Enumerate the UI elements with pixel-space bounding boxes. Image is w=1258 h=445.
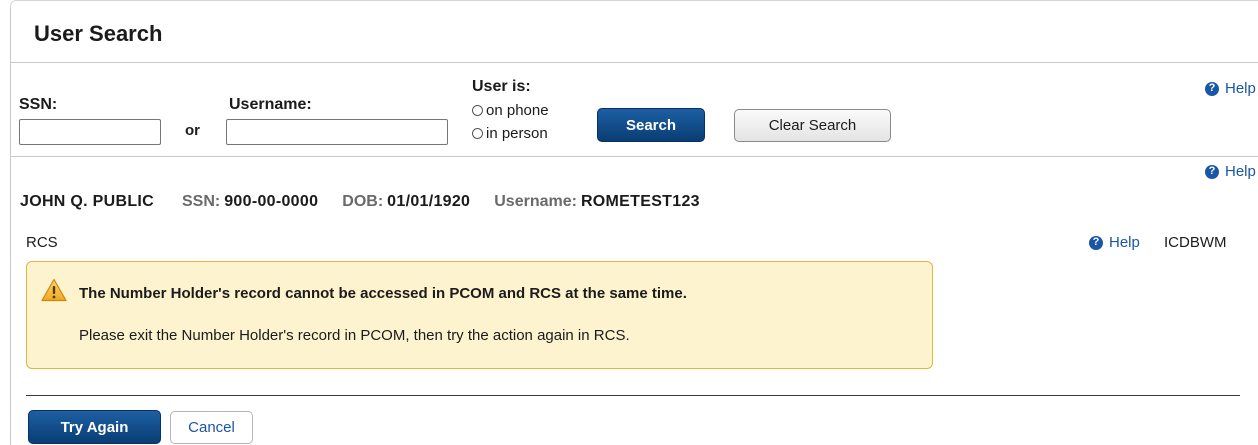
ssn-key: SSN: — [182, 193, 221, 210]
help-label: Help — [1225, 80, 1256, 97]
radio-in-person[interactable]: in person — [472, 125, 548, 142]
warning-icon — [41, 278, 67, 302]
help-label: Help — [1225, 163, 1256, 180]
person-name: JOHN Q. PUBLIC — [20, 193, 154, 210]
help-link[interactable]: ? Help — [1205, 80, 1256, 97]
divider — [26, 395, 1240, 396]
or-label: or — [185, 122, 200, 139]
ssn-input[interactable] — [19, 119, 161, 145]
radio-circle[interactable] — [472, 105, 483, 116]
radio-on-phone[interactable]: on phone — [472, 102, 549, 119]
warning-alert: The Number Holder's record cannot be acc… — [26, 261, 933, 369]
dob-value: 01/01/1920 — [387, 193, 471, 210]
username-input[interactable] — [226, 119, 448, 145]
username-label: Username: — [229, 96, 312, 113]
help-icon: ? — [1205, 81, 1219, 96]
help-link[interactable]: ? Help — [1205, 163, 1256, 180]
try-again-button[interactable]: Try Again — [28, 410, 161, 444]
username-value: ROMETEST123 — [580, 193, 700, 210]
dob-key: DOB: — [342, 193, 384, 210]
ssn-value: 900-00-0000 — [224, 193, 319, 210]
radio-circle[interactable] — [472, 128, 483, 139]
help-label: Help — [1109, 234, 1140, 251]
help-link[interactable]: ? Help — [1089, 234, 1140, 251]
cancel-button[interactable]: Cancel — [170, 411, 253, 444]
system-code: ICDBWM — [1164, 234, 1227, 251]
radio-on-phone-label: on phone — [486, 102, 549, 119]
search-button[interactable]: Search — [597, 108, 705, 142]
help-icon: ? — [1089, 235, 1103, 250]
panel-border — [10, 0, 1258, 9]
divider — [10, 62, 1258, 63]
help-icon: ? — [1205, 164, 1219, 179]
clear-search-button[interactable]: Clear Search — [734, 109, 891, 142]
ssn-label: SSN: — [19, 96, 58, 113]
divider — [10, 156, 1258, 157]
panel-left-border — [10, 8, 11, 445]
alert-title: The Number Holder's record cannot be acc… — [79, 285, 687, 302]
radio-in-person-label: in person — [486, 125, 548, 142]
user-search-page: User Search SSN: or Username: User is: o… — [0, 0, 1258, 445]
page-title: User Search — [34, 21, 163, 46]
username-key: Username: — [494, 193, 577, 210]
user-is-label: User is: — [472, 78, 531, 95]
section-label: RCS — [26, 234, 58, 251]
person-summary: JOHN Q. PUBLIC SSN: 900-00-0000 DOB: 01/… — [20, 193, 724, 211]
alert-message: Please exit the Number Holder's record i… — [79, 327, 630, 344]
